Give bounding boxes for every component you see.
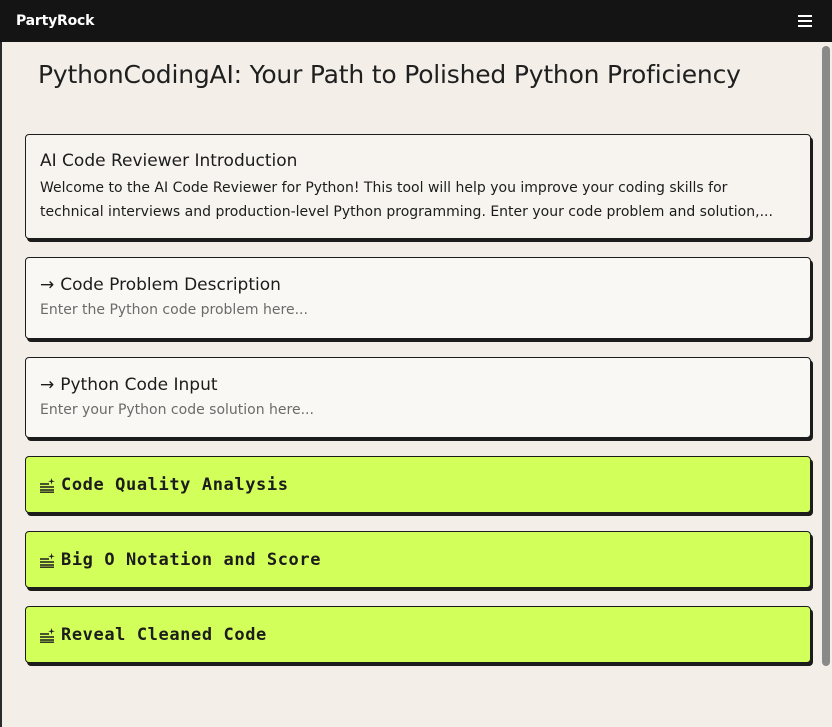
code-problem-description-label: Code Problem Description xyxy=(60,275,281,295)
intro-text: Welcome to the AI Code Reviewer for Pyth… xyxy=(40,176,796,224)
python-code-input-card[interactable]: → Python Code Input Enter your Python co… xyxy=(25,357,811,438)
intro-card-title: AI Code Reviewer Introduction xyxy=(40,151,298,171)
sparkle-lines-icon xyxy=(40,552,55,568)
intro-text-line-1: Welcome to the AI Code Reviewer for Pyth… xyxy=(40,180,728,196)
code-quality-analysis-label: Code Quality Analysis xyxy=(61,474,289,495)
python-code-input-label: Python Code Input xyxy=(60,375,218,395)
partyrock-logo[interactable]: PartyRock xyxy=(16,13,94,29)
left-border xyxy=(0,42,2,727)
page-title: PythonCodingAI: Your Path to Polished Py… xyxy=(38,60,741,89)
big-o-notation-button[interactable]: Big O Notation and Score xyxy=(25,531,811,588)
vertical-scrollbar[interactable] xyxy=(822,46,830,666)
hamburger-menu-icon[interactable] xyxy=(798,15,812,27)
top-nav-bar: PartyRock xyxy=(0,0,832,42)
big-o-notation-label: Big O Notation and Score xyxy=(61,549,322,570)
intro-text-line-2: technical interviews and production-leve… xyxy=(40,204,773,220)
intro-card: AI Code Reviewer Introduction Welcome to… xyxy=(25,134,811,239)
arrow-right-icon: → xyxy=(40,275,55,295)
code-quality-analysis-button[interactable]: Code Quality Analysis xyxy=(25,456,811,513)
sparkle-lines-icon xyxy=(40,477,55,493)
reveal-cleaned-code-button[interactable]: Reveal Cleaned Code xyxy=(25,606,811,663)
python-code-input-field[interactable]: Enter your Python code solution here... xyxy=(40,402,796,418)
arrow-right-icon: → xyxy=(40,375,55,395)
code-problem-description-input[interactable]: Enter the Python code problem here... xyxy=(40,302,796,318)
code-problem-description-card[interactable]: → Code Problem Description Enter the Pyt… xyxy=(25,257,811,339)
reveal-cleaned-code-label: Reveal Cleaned Code xyxy=(61,624,267,645)
sparkle-lines-icon xyxy=(40,627,55,643)
